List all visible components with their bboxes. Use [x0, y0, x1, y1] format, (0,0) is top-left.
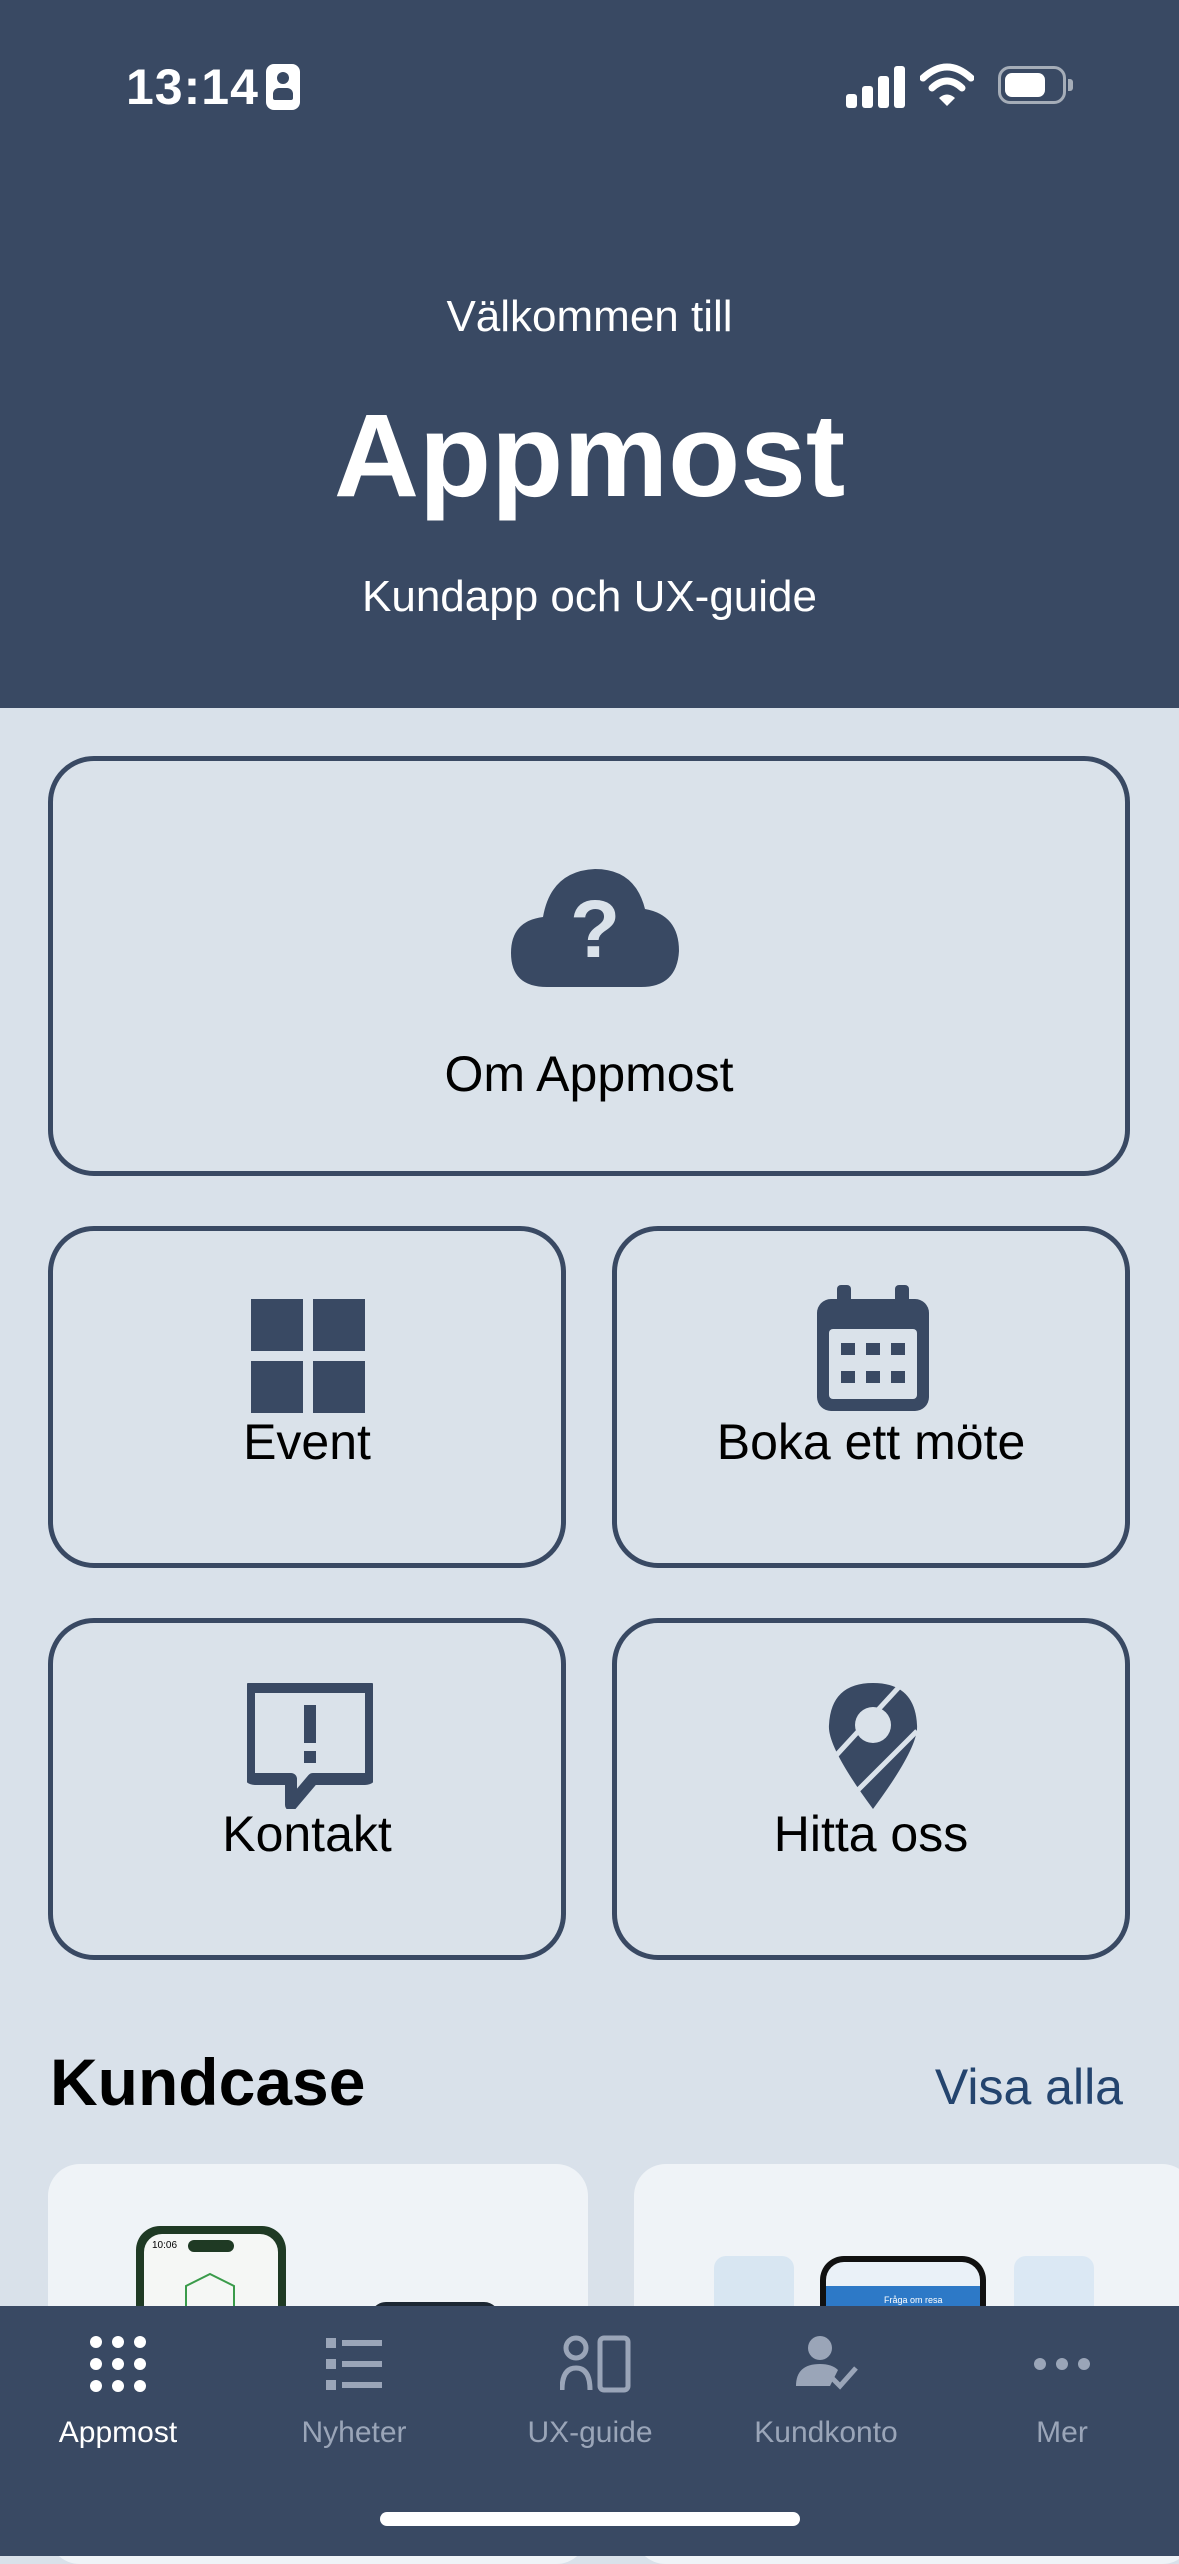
grid-icon — [251, 1299, 365, 1413]
id-badge-icon — [266, 64, 300, 110]
wifi-icon — [920, 63, 974, 106]
calendar-icon — [817, 1285, 929, 1411]
signal-icon — [846, 64, 906, 108]
cloud-question-icon: ? — [511, 869, 679, 987]
tile-label: Om Appmost — [444, 1046, 734, 1102]
user-check-icon — [796, 2336, 858, 2390]
tab-label: Kundkonto — [754, 2416, 898, 2449]
app-title: Appmost — [333, 390, 846, 522]
home-indicator[interactable] — [380, 2512, 800, 2526]
header: 13:14 Välkommen till Appmost Kundapp och… — [0, 0, 1179, 708]
more-dots-icon — [1034, 2358, 1090, 2370]
tab-label: UX-guide — [527, 2416, 653, 2449]
svg-text:10:06: 10:06 — [152, 2240, 177, 2251]
battery-icon — [998, 66, 1073, 104]
tab-label: Appmost — [58, 2416, 178, 2449]
section-title-kundcase: Kundcase — [50, 2045, 366, 2119]
tile-label: Hitta oss — [773, 1806, 969, 1862]
tile-kontakt[interactable]: Kontakt — [48, 1618, 566, 1960]
list-icon — [326, 2338, 382, 2390]
svg-text:Fråga om resa: Fråga om resa — [884, 2295, 943, 2305]
tile-label: Kontakt — [222, 1806, 392, 1862]
tab-label: Nyheter — [301, 2416, 407, 2449]
svg-text:?: ? — [570, 884, 620, 975]
app-subtitle: Kundapp och UX-guide — [362, 572, 817, 621]
tile-event[interactable]: Event — [48, 1226, 566, 1568]
tab-nyheter[interactable]: Nyheter — [236, 2306, 472, 2476]
tab-ux-guide[interactable]: UX-guide — [472, 2306, 708, 2476]
person-phone-icon — [560, 2335, 631, 2393]
map-pin-icon — [828, 1683, 919, 1809]
tile-om-appmost[interactable]: ? Om Appmost — [48, 756, 1130, 1176]
dots-grid-icon — [90, 2336, 146, 2392]
tile-hitta-oss[interactable]: Hitta oss — [612, 1618, 1130, 1960]
tile-label: Boka ett möte — [716, 1414, 1026, 1470]
tab-mer[interactable]: Mer — [944, 2306, 1179, 2476]
tile-label: Event — [243, 1414, 371, 1470]
welcome-text: Välkommen till — [446, 292, 733, 341]
tile-boka-ett-mote[interactable]: Boka ett möte — [612, 1226, 1130, 1568]
tab-appmost[interactable]: Appmost — [0, 2306, 236, 2476]
tab-kundkonto[interactable]: Kundkonto — [708, 2306, 944, 2476]
see-all-link[interactable]: Visa alla — [935, 2058, 1123, 2116]
status-time: 13:14 — [126, 59, 259, 115]
chat-exclamation-icon — [247, 1683, 373, 1809]
tab-label: Mer — [1036, 2416, 1088, 2449]
